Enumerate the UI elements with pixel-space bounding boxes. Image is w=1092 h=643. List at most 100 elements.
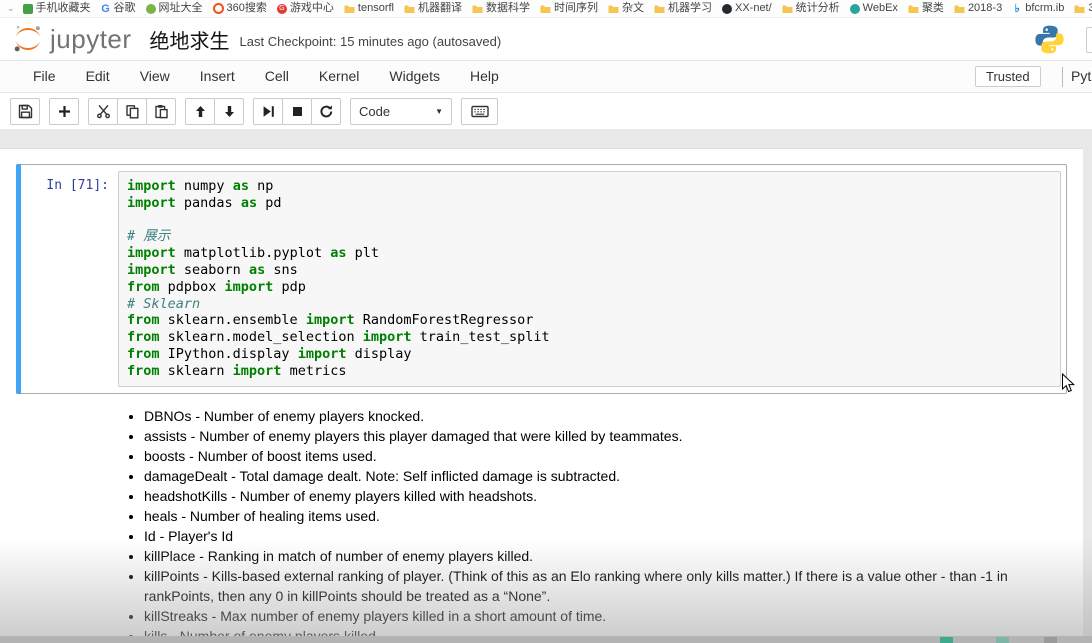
tray-square-icon xyxy=(996,637,1009,643)
bookmark-item[interactable]: 机器翻译 xyxy=(399,0,467,17)
browser-window: ⌄ 手机收藏夹G谷歌网址大全360搜索G游戏中心tensorfl机器翻译数据科学… xyxy=(0,0,1092,643)
webex-icon xyxy=(850,4,860,14)
menu-help[interactable]: Help xyxy=(455,61,514,92)
bookmark-item[interactable]: 2018-3 xyxy=(949,0,1007,17)
bookmark-label: bfcrm.ib xyxy=(1025,0,1064,17)
bookmark-item[interactable]: tensorfl xyxy=(339,0,399,17)
tray-square-icon xyxy=(1044,637,1057,643)
paste-icon xyxy=(154,104,169,119)
restart-button[interactable] xyxy=(311,98,341,125)
folder-icon xyxy=(404,4,415,14)
bookmark-item[interactable]: 聚类 xyxy=(903,0,949,17)
field-description-item: headshotKills - Number of enemy players … xyxy=(144,486,1067,506)
game-icon: G xyxy=(277,4,287,14)
insert-cell-below-button[interactable] xyxy=(49,98,79,125)
code-editor[interactable]: import numpy as npimport pandas as pd # … xyxy=(118,171,1061,387)
field-description-item: killPlace - Ranking in match of number o… xyxy=(144,546,1067,566)
logout-button[interactable] xyxy=(1086,27,1092,53)
folder-icon xyxy=(954,4,965,14)
save-icon xyxy=(18,104,33,119)
bookmark-item[interactable]: 数据科学 xyxy=(467,0,535,17)
bookmark-label: 杂文 xyxy=(622,0,644,17)
copy-icon xyxy=(125,104,140,119)
flag-icon: ♭ xyxy=(1012,4,1022,14)
menu-view[interactable]: View xyxy=(125,61,185,92)
bookmark-label: 手机收藏夹 xyxy=(36,0,91,17)
move-down-button[interactable] xyxy=(214,98,244,125)
bookmark-label: WebEx xyxy=(863,0,898,17)
bookmark-item[interactable]: 3月-2 xyxy=(1069,0,1092,17)
bookmarks-bar: ⌄ 手机收藏夹G谷歌网址大全360搜索G游戏中心tensorfl机器翻译数据科学… xyxy=(0,0,1092,18)
restart-icon xyxy=(319,104,334,119)
code-cell-selected[interactable]: In [71]: import numpy as npimport pandas… xyxy=(16,164,1067,394)
save-button[interactable] xyxy=(10,98,40,125)
bookmark-label: 游戏中心 xyxy=(290,0,334,17)
code-line: import pandas as pd xyxy=(127,195,1052,212)
code-line: import seaborn as sns xyxy=(127,262,1052,279)
kernel-indicator: Python 3 xyxy=(1071,68,1092,84)
bookmark-item[interactable]: G游戏中心 xyxy=(272,0,339,17)
notebook-container: In [71]: import numpy as npimport pandas… xyxy=(0,148,1083,643)
cut-icon xyxy=(96,104,111,119)
menu-edit[interactable]: Edit xyxy=(71,61,125,92)
menu-file[interactable]: File xyxy=(18,61,71,92)
field-description-item: killPoints - Kills-based external rankin… xyxy=(144,566,1067,606)
keyboard-button[interactable] xyxy=(461,98,498,125)
code-line: from IPython.display import display xyxy=(127,346,1052,363)
paste-button[interactable] xyxy=(146,98,176,125)
bookmark-item[interactable]: 网址大全 xyxy=(141,0,208,17)
bookmark-item[interactable]: WebEx xyxy=(845,0,903,17)
bookmark-label: 数据科学 xyxy=(486,0,530,17)
copy-button[interactable] xyxy=(117,98,147,125)
bookmark-item[interactable]: 机器学习 xyxy=(649,0,717,17)
field-description-item: damageDealt - Total damage dealt. Note: … xyxy=(144,466,1067,486)
bookmark-item[interactable]: 杂文 xyxy=(603,0,649,17)
notebook-title[interactable]: 绝地求生 xyxy=(150,25,230,54)
keyboard-icon xyxy=(471,105,489,118)
bookmark-label: 360搜索 xyxy=(227,0,267,17)
interrupt-button[interactable] xyxy=(282,98,312,125)
folder-icon xyxy=(344,4,355,14)
menu-cell[interactable]: Cell xyxy=(250,61,304,92)
bookmark-label: 聚类 xyxy=(922,0,944,17)
run-button[interactable] xyxy=(253,98,283,125)
interrupt-icon xyxy=(290,104,305,119)
bookmark-item[interactable]: ♭bfcrm.ib xyxy=(1007,0,1069,17)
menu-kernel[interactable]: Kernel xyxy=(304,61,374,92)
folder-icon xyxy=(540,4,551,14)
bookmark-item[interactable]: 手机收藏夹 xyxy=(18,0,96,17)
cut-button[interactable] xyxy=(88,98,118,125)
input-prompt: In [71]: xyxy=(17,171,118,387)
toolbar-group xyxy=(88,98,176,125)
bookmark-label: 3月-2 xyxy=(1088,0,1092,17)
folder-icon xyxy=(654,4,665,14)
page-background: In [71]: import numpy as npimport pandas… xyxy=(0,129,1092,643)
folder-icon xyxy=(472,4,483,14)
insert-cell-below-icon xyxy=(57,104,72,119)
celltype-dropdown[interactable]: Code▼ xyxy=(350,98,452,125)
menubar: FileEditViewInsertCellKernelWidgetsHelp … xyxy=(0,60,1092,93)
jupyter-logo[interactable]: jupyter xyxy=(12,23,132,55)
field-description-item: Id - Player's Id xyxy=(144,526,1067,546)
folder-icon xyxy=(1074,4,1085,14)
bookmark-item[interactable]: 360搜索 xyxy=(208,0,272,17)
bookmark-item[interactable]: G谷歌 xyxy=(96,0,141,17)
phone-icon xyxy=(23,4,33,14)
menu-insert[interactable]: Insert xyxy=(185,61,250,92)
markdown-cell[interactable]: DBNOs - Number of enemy players knocked.… xyxy=(16,406,1067,643)
bookmark-item[interactable]: XX-net/ xyxy=(717,0,777,17)
bookmark-label: 机器学习 xyxy=(668,0,712,17)
bottom-edge-bar xyxy=(0,636,1092,643)
folder-icon xyxy=(782,4,793,14)
trusted-badge[interactable]: Trusted xyxy=(975,66,1041,87)
move-up-button[interactable] xyxy=(185,98,215,125)
chevron-down-icon[interactable]: ⌄ xyxy=(4,3,18,14)
ring-icon xyxy=(213,3,224,14)
notebook-header: jupyter 绝地求生 Last Checkpoint: 15 minutes… xyxy=(0,18,1092,60)
code-line: # 展示 xyxy=(127,228,1052,245)
code-line: # Sklearn xyxy=(127,296,1052,313)
field-description-item: heals - Number of healing items used. xyxy=(144,506,1067,526)
menu-widgets[interactable]: Widgets xyxy=(374,61,455,92)
bookmark-item[interactable]: 时间序列 xyxy=(535,0,603,17)
bookmark-item[interactable]: 统计分析 xyxy=(777,0,845,17)
